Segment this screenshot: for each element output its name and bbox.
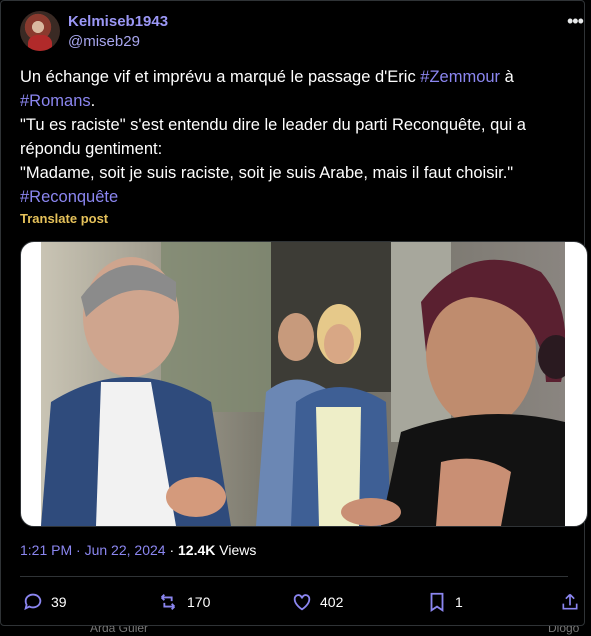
tweet-text-segment: à — [500, 68, 514, 86]
views-count[interactable]: 12.4K — [178, 542, 215, 558]
tweet-text-segment: . — [90, 92, 96, 110]
tweet-text-line: "Madame, soit je suis raciste, soit je s… — [20, 161, 568, 185]
tweet-date[interactable]: Jun 22, 2024 — [85, 542, 166, 558]
hashtag-link[interactable]: #Zemmour — [420, 68, 500, 86]
tweet-text-segment: "Madame, soit je suis raciste, soit je s… — [20, 164, 514, 182]
tweet-text-line: Un échange vif et imprévu a marqué le pa… — [20, 65, 568, 89]
bottom-left-text: Arda Güler — [90, 626, 149, 635]
divider — [20, 576, 568, 577]
share-button[interactable] — [560, 587, 580, 617]
reply-count: 39 — [51, 594, 67, 610]
repost-count: 170 — [187, 594, 211, 610]
tweet-text-line: "Tu es raciste" s'est entendu dire le le… — [20, 113, 568, 137]
tweet-text-line: #Romans. — [20, 89, 568, 113]
hashtag-link[interactable]: #Reconquête — [20, 188, 118, 206]
like-button[interactable]: 402 — [291, 587, 343, 617]
bottom-strip: Arda Güler Diogo — [0, 626, 591, 636]
like-count: 402 — [320, 594, 344, 610]
meta-separator: · — [72, 542, 85, 558]
tweet-text-segment: répondu gentiment: — [20, 140, 163, 158]
bookmark-button[interactable]: 1 — [426, 587, 463, 617]
heart-icon — [293, 594, 311, 611]
repost-icon — [160, 594, 176, 610]
display-name[interactable]: Kelmiseb1943 — [68, 13, 168, 30]
tweet-text-segment: "Tu es raciste" s'est entendu dire le le… — [20, 116, 526, 134]
tweet-time[interactable]: 1:21 PM — [20, 542, 72, 558]
tweet-meta: 1:21 PM · Jun 22, 2024 · 12.4K Views — [20, 542, 256, 558]
tweet-media-image[interactable] — [20, 241, 588, 527]
reply-icon — [24, 593, 42, 611]
avatar[interactable] — [20, 11, 60, 51]
reply-button[interactable]: 39 — [22, 587, 67, 617]
tweet-card: Kelmiseb1943 @miseb29 ••• Un échange vif… — [0, 0, 588, 626]
user-handle[interactable]: @miseb29 — [68, 33, 140, 50]
tweet-text-line: répondu gentiment: — [20, 137, 568, 161]
tweet-text-line: #Reconquête — [20, 185, 568, 209]
bookmark-icon — [430, 592, 444, 612]
views-separator: · — [165, 542, 179, 558]
more-options-icon[interactable]: ••• — [567, 11, 584, 32]
media-photo — [41, 242, 565, 526]
bookmark-count: 1 — [455, 594, 463, 610]
hashtag-link[interactable]: #Romans — [20, 92, 91, 110]
tweet-text: Un échange vif et imprévu a marqué le pa… — [20, 65, 568, 209]
bottom-right-text: Diogo — [548, 626, 580, 635]
tweet-text-segment: Un échange vif et imprévu a marqué le pa… — [20, 68, 421, 86]
share-icon — [562, 593, 578, 610]
views-label: Views — [215, 542, 257, 558]
translate-post-link[interactable]: Translate post — [20, 211, 108, 226]
action-bar: 39 170 402 1 — [20, 587, 580, 617]
repost-button[interactable]: 170 — [156, 587, 210, 617]
